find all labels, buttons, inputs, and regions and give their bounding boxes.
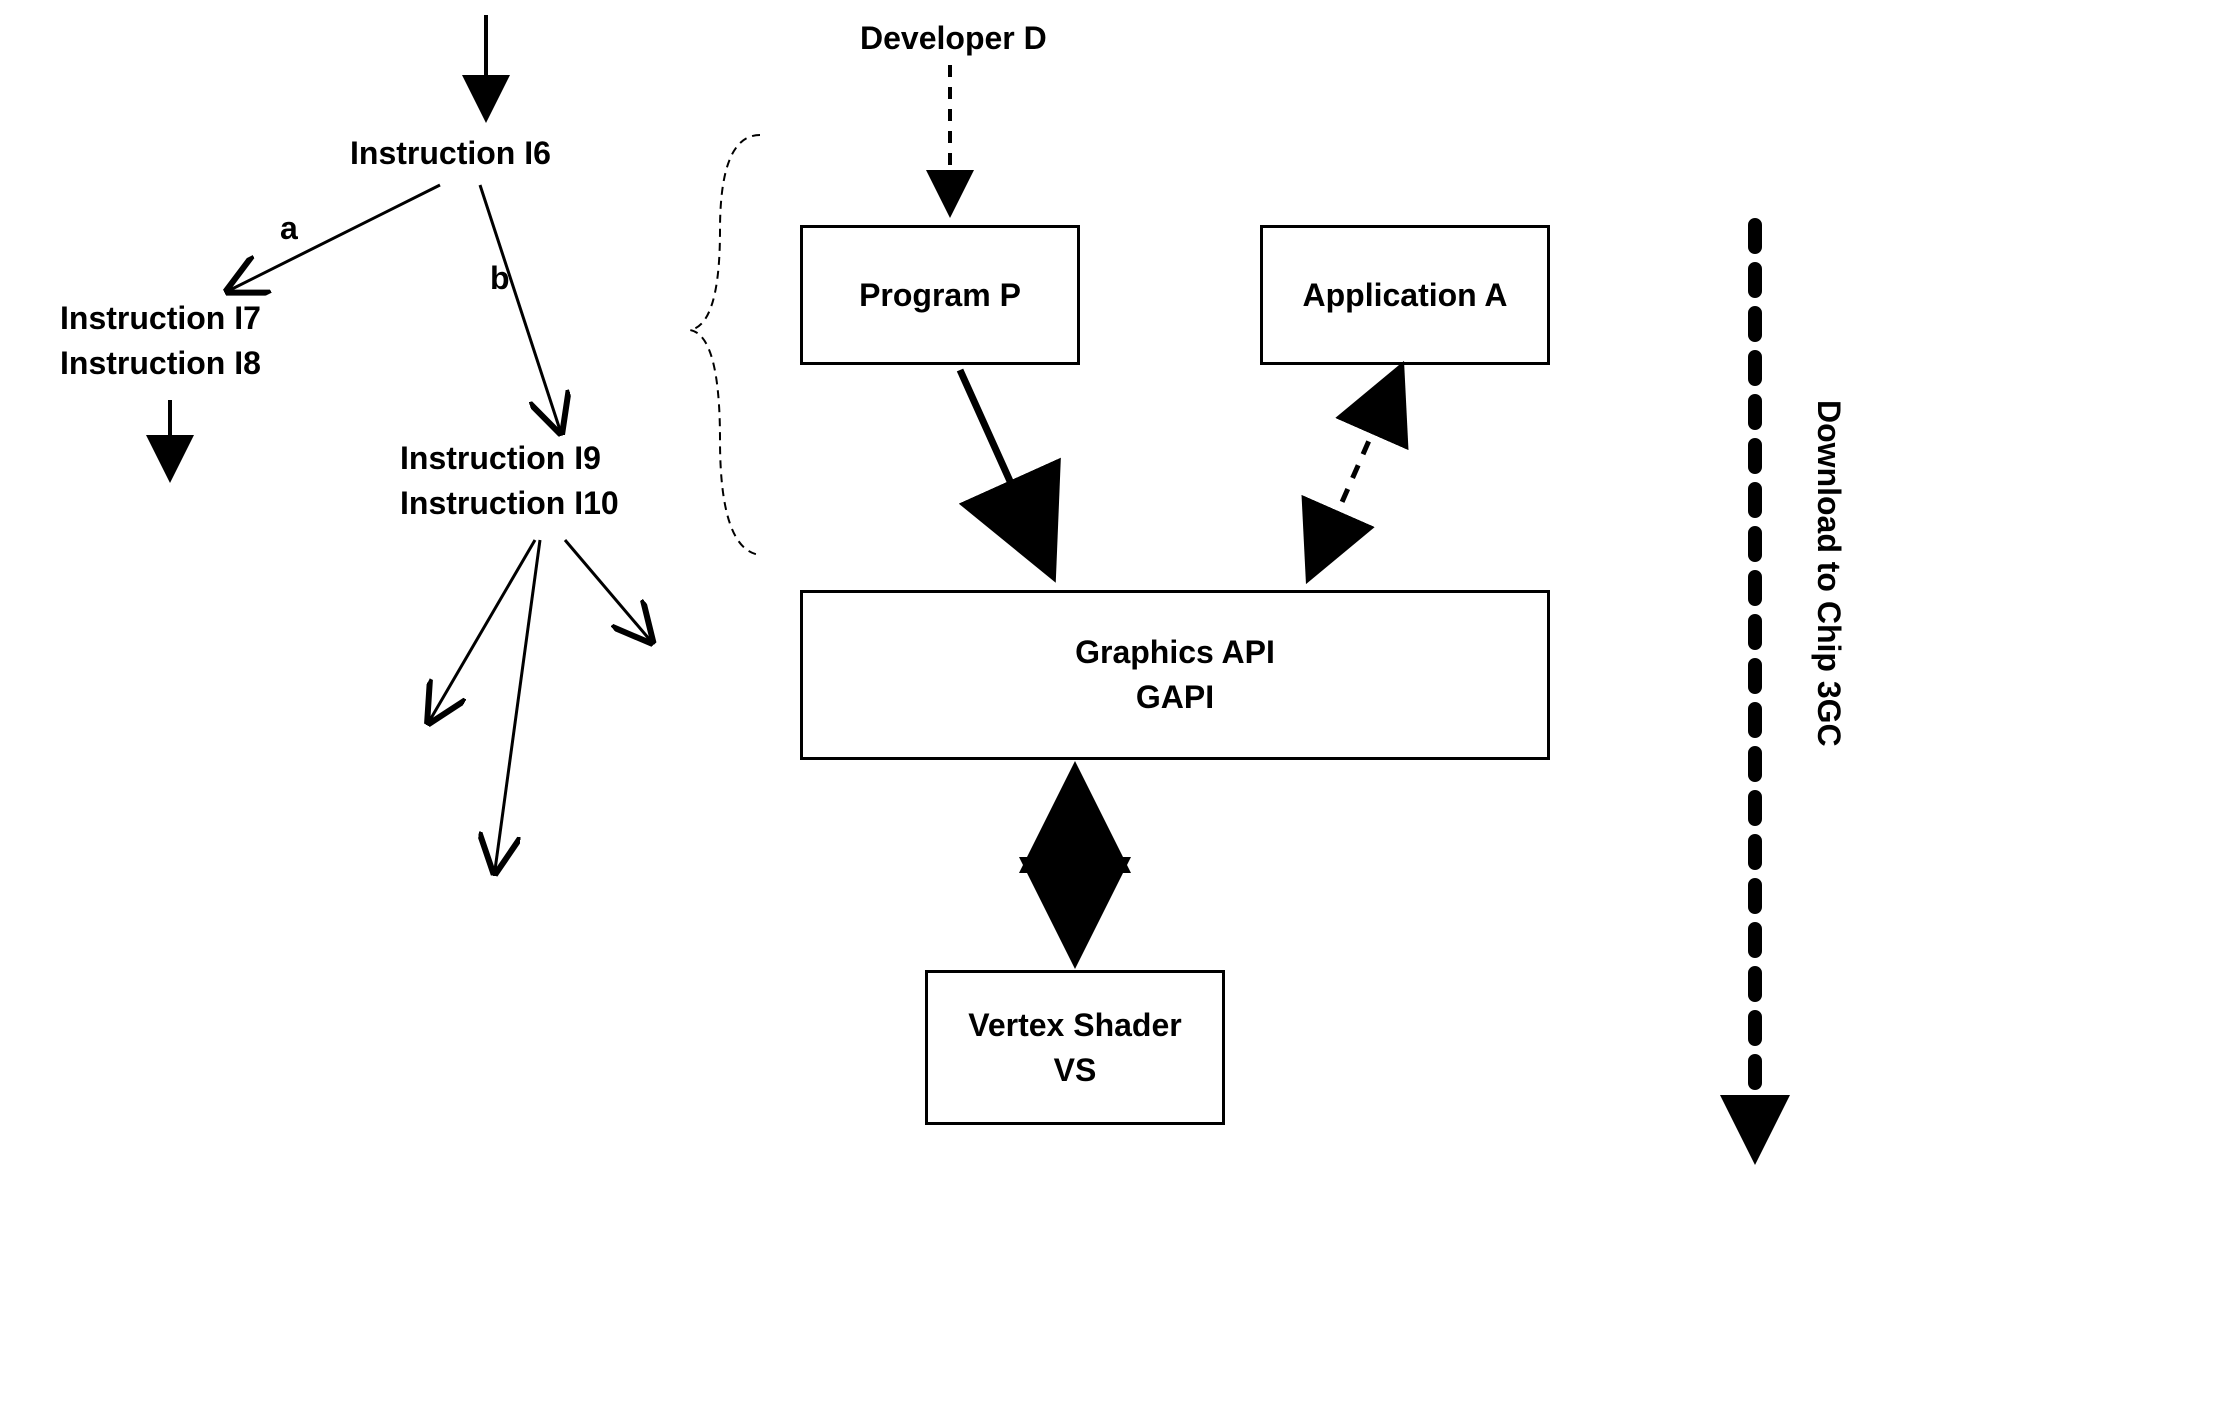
instruction-i6: Instruction I6 [350,135,551,172]
program-box: Program P [800,225,1080,365]
vertex-shader-box: Vertex Shader VS [925,970,1225,1125]
developer-label: Developer D [860,20,1047,57]
gapi-text-line2: GAPI [1136,675,1214,720]
download-label: Download to Chip 3GC [1810,400,1847,747]
gapi-text-line1: Graphics API [1075,630,1275,675]
branch-label-b: b [490,260,510,297]
instruction-i7: Instruction I7 [60,300,261,337]
program-text: Program P [859,273,1021,318]
vertex-text-line1: Vertex Shader [968,1003,1181,1048]
application-text: Application A [1302,273,1507,318]
branch-label-a: a [280,210,298,247]
vertex-text-line2: VS [1054,1048,1097,1093]
gapi-box: Graphics API GAPI [800,590,1550,760]
instruction-i10: Instruction I10 [400,485,619,522]
instruction-i8: Instruction I8 [60,345,261,382]
instruction-i9: Instruction I9 [400,440,601,477]
application-box: Application A [1260,225,1550,365]
